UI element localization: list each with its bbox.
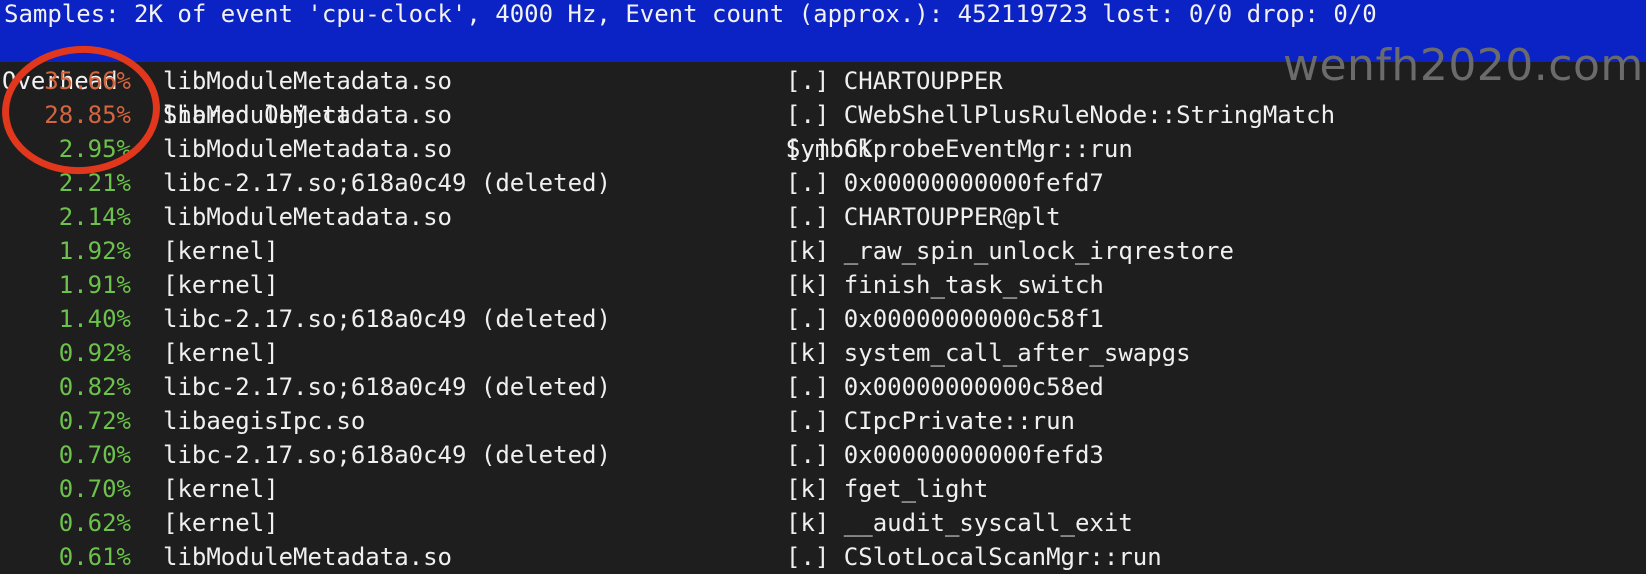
symbol-name: [.] CWebShellPlusRuleNode::StringMatch — [786, 101, 1336, 129]
symbol-name: [.] CSlotLocalScanMgr::run — [786, 543, 1162, 571]
symbol-name: [.] 0x00000000000c58f1 — [786, 305, 1104, 333]
symbol-name: [.] 0x00000000000c58ed — [786, 373, 1104, 401]
table-row[interactable]: 0.72% libaegisIpc.so [.] CIpcPrivate::run — [0, 404, 1646, 438]
overhead-percent: 0.62% — [58, 509, 131, 537]
table-row[interactable]: 0.62% [kernel] [k] __audit_syscall_exit — [0, 506, 1646, 540]
symbol-name: [k] system_call_after_swapgs — [786, 339, 1191, 367]
overhead-percent: 1.92% — [58, 237, 131, 265]
shared-object-name: [kernel] — [163, 475, 279, 503]
overhead-percent: 0.92% — [58, 339, 131, 367]
shared-object-name: libModuleMetadata.so — [163, 543, 452, 571]
table-row[interactable]: 28.85% libModuleMetadata.so [.] CWebShellP… — [0, 98, 1646, 132]
samples-summary: Samples: 2K of event 'cpu-clock', 4000 H… — [4, 0, 1377, 28]
table-row[interactable]: 1.40% libc-2.17.so;618a0c49 (deleted) [.] … — [0, 302, 1646, 336]
table-row[interactable]: 0.70% [kernel] [k] fget_light — [0, 472, 1646, 506]
table-row[interactable]: 0.61% libModuleMetadata.so [.] CSlotLocalS… — [0, 540, 1646, 574]
shared-object-name: libaegisIpc.so — [163, 407, 366, 435]
table-row[interactable]: 2.95% libModuleMetadata.so [.] CKprobeEven… — [0, 132, 1646, 166]
overhead-percent: 1.40% — [58, 305, 131, 333]
table-row[interactable]: 1.92% [kernel] [k] _raw_spin_unlock_irqres… — [0, 234, 1646, 268]
shared-object-name: libModuleMetadata.so — [163, 135, 452, 163]
overhead-percent: 0.61% — [58, 543, 131, 571]
shared-object-name: libModuleMetadata.so — [163, 101, 452, 129]
overhead-percent: 0.70% — [58, 441, 131, 469]
symbol-name: [k] finish_task_switch — [786, 271, 1104, 299]
symbol-name: [.] CIpcPrivate::run — [786, 407, 1075, 435]
symbol-name: [.] 0x00000000000fefd3 — [786, 441, 1104, 469]
overhead-percent: 0.70% — [58, 475, 131, 503]
shared-object-name: libModuleMetadata.so — [163, 67, 452, 95]
shared-object-name: libc-2.17.so;618a0c49 (deleted) — [163, 441, 611, 469]
shared-object-name: [kernel] — [163, 509, 279, 537]
symbol-name: [.] CKprobeEventMgr::run — [786, 135, 1133, 163]
shared-object-name: [kernel] — [163, 271, 279, 299]
shared-object-name: libModuleMetadata.so — [163, 203, 452, 231]
symbol-name: [.] CHARTOUPPER — [786, 67, 1003, 95]
shared-object-name: [kernel] — [163, 339, 279, 367]
shared-object-name: libc-2.17.so;618a0c49 (deleted) — [163, 305, 611, 333]
watermark-text: wenfh2020.com — [1283, 40, 1644, 91]
overhead-percent: 1.91% — [58, 271, 131, 299]
symbol-name: [.] 0x00000000000fefd7 — [786, 169, 1104, 197]
symbol-name: [k] __audit_syscall_exit — [786, 509, 1133, 537]
symbol-name: [.] CHARTOUPPER@plt — [786, 203, 1061, 231]
overhead-percent: 0.82% — [58, 373, 131, 401]
shared-object-name: [kernel] — [163, 237, 279, 265]
overhead-percent: 2.14% — [58, 203, 131, 231]
shared-object-name: libc-2.17.so;618a0c49 (deleted) — [163, 373, 611, 401]
table-row[interactable]: 0.70% libc-2.17.so;618a0c49 (deleted) [.] … — [0, 438, 1646, 472]
shared-object-name: libc-2.17.so;618a0c49 (deleted) — [163, 169, 611, 197]
table-row[interactable]: 0.92% [kernel] [k] system_call_after_swapg… — [0, 336, 1646, 370]
overhead-percent: 0.72% — [58, 407, 131, 435]
table-row[interactable]: 1.91% [kernel] [k] finish_task_switch — [0, 268, 1646, 302]
symbol-name: [k] fget_light — [786, 475, 989, 503]
table-row[interactable]: 0.82% libc-2.17.so;618a0c49 (deleted) [.] … — [0, 370, 1646, 404]
table-row[interactable]: 2.14% libModuleMetadata.so [.] CHARTOUPPER… — [0, 200, 1646, 234]
table-row[interactable]: 2.21% libc-2.17.so;618a0c49 (deleted) [.] … — [0, 166, 1646, 200]
symbol-name: [k] _raw_spin_unlock_irqrestore — [786, 237, 1234, 265]
